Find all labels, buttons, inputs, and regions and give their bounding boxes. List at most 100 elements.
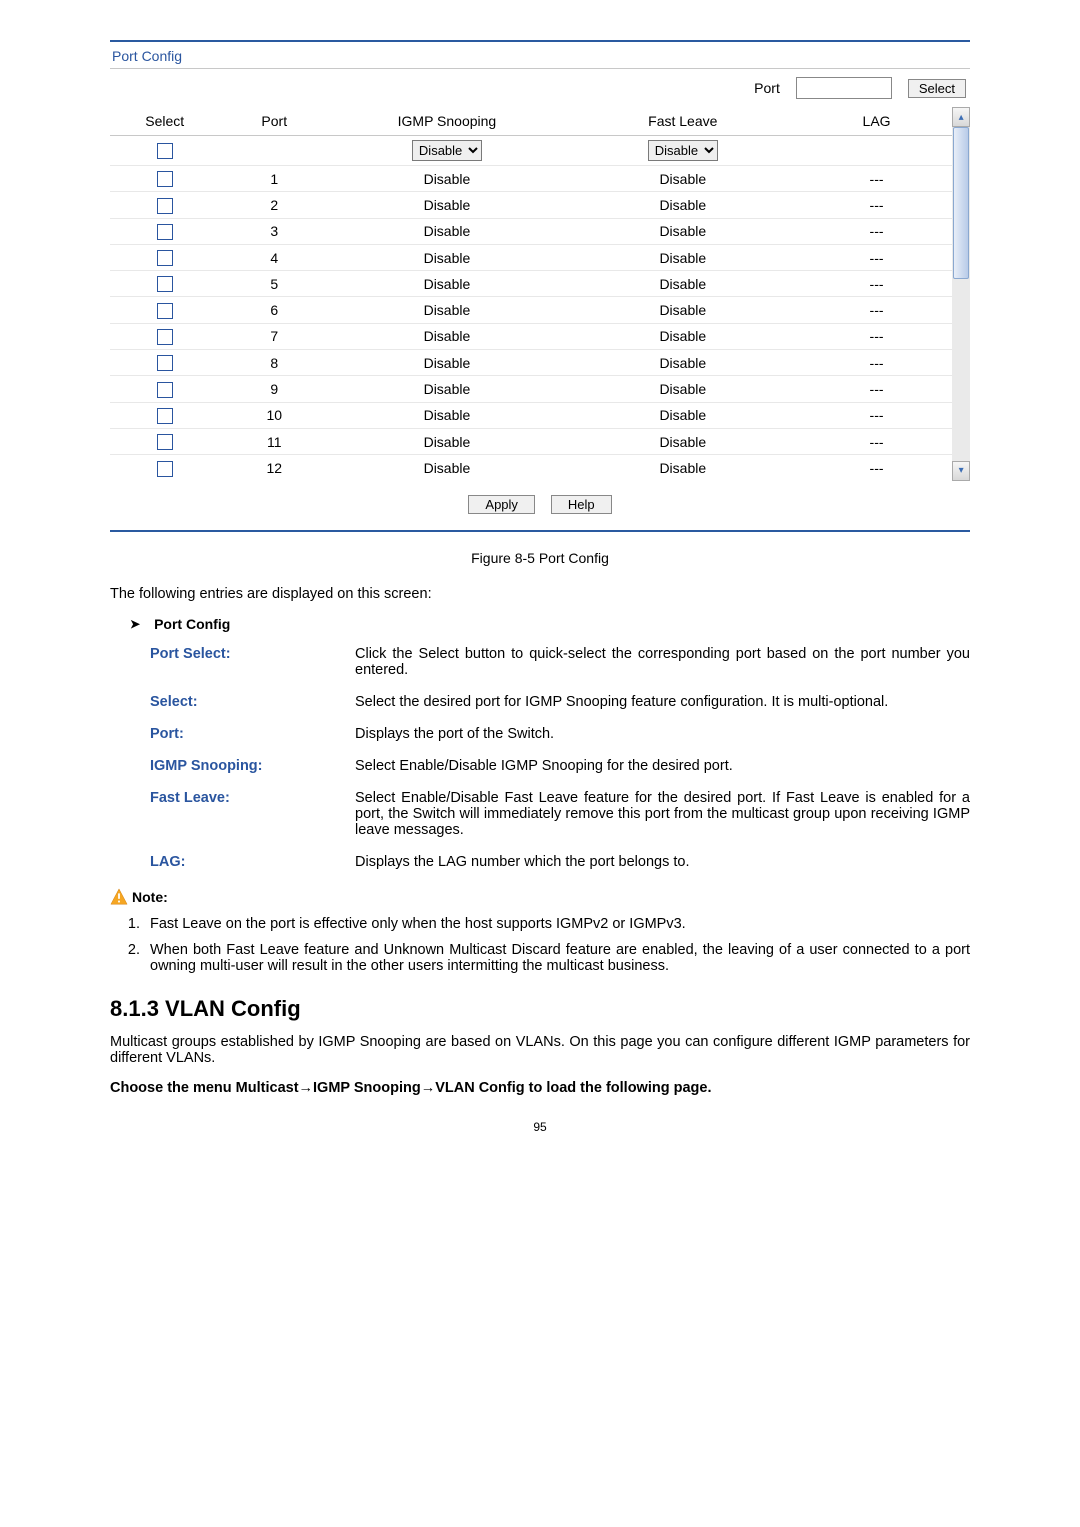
- port-input[interactable]: [796, 77, 892, 99]
- scroll-up-icon[interactable]: ▴: [952, 107, 970, 127]
- definition-row: Fast Leave:Select Enable/Disable Fast Le…: [150, 790, 970, 838]
- cell-port: 8: [220, 350, 330, 376]
- table-row: 10DisableDisable---: [110, 402, 952, 428]
- table-row: 9DisableDisable---: [110, 376, 952, 402]
- cell-igmp: Disable: [329, 244, 565, 270]
- cell-lag: ---: [801, 428, 953, 454]
- cell-lag: ---: [801, 323, 953, 349]
- table-row: 4DisableDisable---: [110, 244, 952, 270]
- cell-port: 7: [220, 323, 330, 349]
- cell-fastleave: Disable: [565, 218, 801, 244]
- row-checkbox[interactable]: [157, 224, 173, 240]
- row-checkbox[interactable]: [157, 461, 173, 477]
- table-row: 2DisableDisable---: [110, 192, 952, 218]
- figure-caption: Figure 8-5 Port Config: [110, 550, 970, 566]
- cell-fastleave: Disable: [565, 455, 801, 481]
- cell-lag: ---: [801, 244, 953, 270]
- row-checkbox[interactable]: [157, 329, 173, 345]
- cell-port: 11: [220, 428, 330, 454]
- port-label: Port: [754, 80, 780, 96]
- definition-desc: Select Enable/Disable Fast Leave feature…: [355, 790, 970, 838]
- section-body: Multicast groups established by IGMP Sno…: [110, 1034, 970, 1066]
- cell-igmp: Disable: [329, 297, 565, 323]
- cell-igmp: Disable: [329, 166, 565, 192]
- panel-title: Port Config: [110, 42, 970, 69]
- row-checkbox[interactable]: [157, 434, 173, 450]
- definition-desc: Displays the port of the Switch.: [355, 726, 970, 742]
- row-checkbox[interactable]: [157, 276, 173, 292]
- cell-fastleave: Disable: [565, 166, 801, 192]
- cell-lag: ---: [801, 376, 953, 402]
- cell-fastleave: Disable: [565, 402, 801, 428]
- definition-row: Port Select:Click the Select button to q…: [150, 646, 970, 678]
- table-row: 5DisableDisable---: [110, 271, 952, 297]
- help-button[interactable]: Help: [551, 495, 612, 514]
- col-fastleave: Fast Leave: [565, 107, 801, 136]
- definition-row: IGMP Snooping:Select Enable/Disable IGMP…: [150, 758, 970, 774]
- select-button[interactable]: Select: [908, 79, 966, 98]
- row-checkbox[interactable]: [157, 171, 173, 187]
- bullet-arrow-icon: ➤: [130, 617, 140, 631]
- table-row: 6DisableDisable---: [110, 297, 952, 323]
- definition-desc: Select the desired port for IGMP Snoopin…: [355, 694, 970, 710]
- definition-term: Port Select:: [150, 646, 355, 678]
- scroll-thumb[interactable]: [953, 127, 969, 279]
- page-number: 95: [110, 1120, 970, 1134]
- fast-leave-select[interactable]: Disable: [648, 140, 718, 161]
- definition-desc: Click the Select button to quick-select …: [355, 646, 970, 678]
- cell-igmp: Disable: [329, 192, 565, 218]
- cell-lag: ---: [801, 192, 953, 218]
- definition-list: Port Select:Click the Select button to q…: [150, 646, 970, 870]
- note-label: Note:: [132, 889, 168, 905]
- cell-fastleave: Disable: [565, 192, 801, 218]
- cell-lag: ---: [801, 297, 953, 323]
- cell-igmp: Disable: [329, 402, 565, 428]
- table-row: 3DisableDisable---: [110, 218, 952, 244]
- cell-port: 4: [220, 244, 330, 270]
- definition-term: LAG:: [150, 854, 355, 870]
- col-lag: LAG: [801, 107, 953, 136]
- cell-lag: ---: [801, 402, 953, 428]
- cell-igmp: Disable: [329, 428, 565, 454]
- igmp-snooping-select[interactable]: Disable: [412, 140, 482, 161]
- cell-fastleave: Disable: [565, 297, 801, 323]
- table-row: 7DisableDisable---: [110, 323, 952, 349]
- bullet-title: Port Config: [154, 616, 230, 632]
- choose-menu-text: Choose the menu Multicast→IGMP Snooping→…: [110, 1080, 970, 1096]
- row-checkbox[interactable]: [157, 408, 173, 424]
- definition-row: Select:Select the desired port for IGMP …: [150, 694, 970, 710]
- row-checkbox[interactable]: [157, 355, 173, 371]
- cell-lag: ---: [801, 218, 953, 244]
- row-checkbox[interactable]: [157, 198, 173, 214]
- cell-port: 1: [220, 166, 330, 192]
- table-scrollbar[interactable]: ▴ ▾: [952, 107, 970, 481]
- col-igmp: IGMP Snooping: [329, 107, 565, 136]
- row-checkbox[interactable]: [157, 303, 173, 319]
- apply-button[interactable]: Apply: [468, 495, 535, 514]
- cell-fastleave: Disable: [565, 244, 801, 270]
- definition-row: LAG:Displays the LAG number which the po…: [150, 854, 970, 870]
- section-heading: 8.1.3 VLAN Config: [110, 996, 970, 1022]
- cell-port: 10: [220, 402, 330, 428]
- cell-fastleave: Disable: [565, 428, 801, 454]
- scroll-down-icon[interactable]: ▾: [952, 461, 970, 481]
- warning-icon: [110, 888, 128, 906]
- row-checkbox[interactable]: [157, 382, 173, 398]
- table-row: 1DisableDisable---: [110, 166, 952, 192]
- cell-lag: ---: [801, 271, 953, 297]
- col-select: Select: [110, 107, 220, 136]
- cell-port: 12: [220, 455, 330, 481]
- cell-igmp: Disable: [329, 323, 565, 349]
- cell-fastleave: Disable: [565, 376, 801, 402]
- note-item: When both Fast Leave feature and Unknown…: [144, 942, 970, 974]
- cell-port: 9: [220, 376, 330, 402]
- cell-lag: ---: [801, 455, 953, 481]
- definition-term: Select:: [150, 694, 355, 710]
- cell-fastleave: Disable: [565, 323, 801, 349]
- row-checkbox[interactable]: [157, 250, 173, 266]
- port-config-table: Select Port IGMP Snooping Fast Leave LAG…: [110, 107, 952, 481]
- cell-port: 2: [220, 192, 330, 218]
- table-row: 11DisableDisable---: [110, 428, 952, 454]
- select-all-checkbox[interactable]: [157, 143, 173, 159]
- cell-fastleave: Disable: [565, 271, 801, 297]
